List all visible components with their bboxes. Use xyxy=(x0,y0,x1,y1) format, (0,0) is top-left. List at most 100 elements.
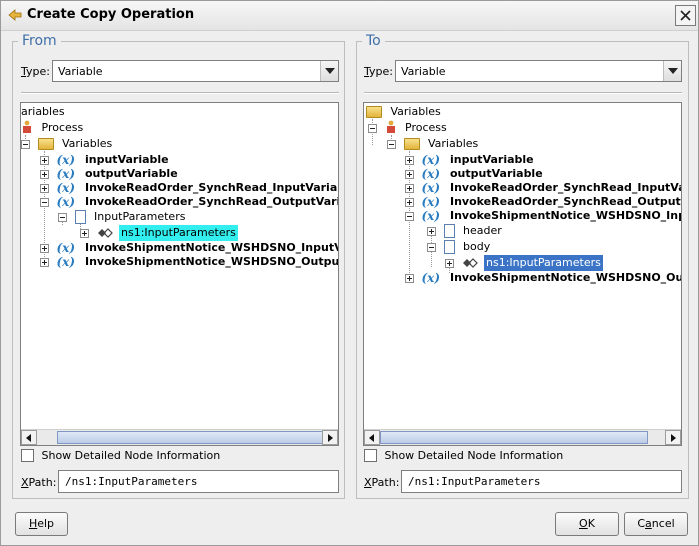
scroll-right-button[interactable] xyxy=(665,430,681,445)
expand-icon[interactable] xyxy=(405,274,414,283)
expand-icon[interactable] xyxy=(427,227,436,236)
scroll-left-button[interactable] xyxy=(21,430,37,445)
tree-node-label: Variables xyxy=(428,137,479,150)
tree-node-header[interactable]: header xyxy=(427,223,502,239)
element-icon xyxy=(97,228,113,238)
to-type-label: Type: xyxy=(364,65,393,78)
expand-icon[interactable] xyxy=(40,184,49,193)
tree-node-shipment-output[interactable]: (x) InvokeShipmentNotice_WSHDSNO_OutputV… xyxy=(40,254,338,270)
from-xpath-label: XPath: xyxy=(21,476,57,489)
tree-node-label: ariables xyxy=(21,105,65,118)
chevron-down-icon[interactable] xyxy=(320,61,338,81)
tree-node-label: header xyxy=(463,224,502,237)
to-type-select[interactable]: Variable xyxy=(395,60,682,82)
to-xpath-label: XPath: xyxy=(364,476,400,489)
tree-node-label: InvokeShipmentNotice_WSHDSNO_Outpu xyxy=(450,271,681,284)
expand-icon[interactable] xyxy=(445,259,454,268)
expand-icon[interactable] xyxy=(405,198,414,207)
folder-icon xyxy=(403,138,420,150)
element-icon xyxy=(462,258,478,268)
dialog-title: Create Copy Operation xyxy=(27,7,195,22)
collapse-icon[interactable] xyxy=(58,213,67,222)
to-show-details-label: Show Detailed Node Information xyxy=(384,449,564,462)
document-icon xyxy=(443,240,455,254)
help-button[interactable]: Help xyxy=(15,512,68,536)
tree-node-body[interactable]: body xyxy=(427,239,490,255)
variable-icon: (x) xyxy=(56,255,76,269)
scroll-right-button[interactable] xyxy=(322,430,338,445)
tree-node-process[interactable]: Process xyxy=(21,120,83,136)
title-bar: Create Copy Operation xyxy=(1,1,698,31)
tree-node-ns1-input-parameters[interactable]: ns1:InputParameters xyxy=(445,255,603,271)
to-tree-viewport: Variables Process Variables (x) inputVar… xyxy=(364,103,681,429)
expand-icon[interactable] xyxy=(405,184,414,193)
close-button[interactable] xyxy=(675,5,696,26)
copy-operation-icon xyxy=(8,9,22,21)
to-show-details-checkbox[interactable] xyxy=(364,449,377,462)
chevron-down-icon[interactable] xyxy=(663,61,681,81)
expand-icon[interactable] xyxy=(40,156,49,165)
tree-node-process[interactable]: Process xyxy=(368,120,447,136)
collapse-icon[interactable] xyxy=(21,140,30,149)
tree-node-variables[interactable]: Variables xyxy=(21,136,112,152)
collapse-icon[interactable] xyxy=(427,243,436,252)
tree-node-variables-root[interactable]: Variables xyxy=(366,104,441,120)
from-show-details-checkbox[interactable] xyxy=(21,449,34,462)
expand-icon[interactable] xyxy=(40,244,49,253)
tree-node-label: InputParameters xyxy=(94,210,186,223)
process-icon xyxy=(386,120,395,133)
expand-icon[interactable] xyxy=(80,229,89,238)
tree-node-label-selected: ns1:InputParameters xyxy=(484,255,603,271)
collapse-icon[interactable] xyxy=(405,212,414,221)
from-horizontal-scrollbar[interactable] xyxy=(21,429,338,445)
scroll-thumb[interactable] xyxy=(57,431,326,444)
tree-node-label: body xyxy=(463,240,491,253)
tree-node-input-parameters[interactable]: InputParameters xyxy=(58,209,185,225)
tree-node-label: Process xyxy=(405,121,447,134)
variable-icon: (x) xyxy=(56,195,76,209)
collapse-icon[interactable] xyxy=(387,140,396,149)
from-type-value: Variable xyxy=(58,65,103,78)
to-tree[interactable]: Variables Process Variables (x) inputVar… xyxy=(363,102,682,446)
expand-icon[interactable] xyxy=(405,156,414,165)
process-icon xyxy=(23,120,31,133)
folder-icon xyxy=(366,106,382,118)
tree-node-read-output[interactable]: (x) InvokeReadOrder_SynchRead_OutputVari… xyxy=(40,194,338,210)
tree-node-variables[interactable]: Variables xyxy=(387,136,478,152)
tree-node-label: Process xyxy=(41,121,84,134)
from-tree[interactable]: ariables Process Variables (x) inputVari… xyxy=(20,102,339,446)
expand-icon[interactable] xyxy=(40,170,49,179)
create-copy-operation-dialog: Create Copy Operation From Type: Variabl… xyxy=(0,0,699,546)
from-type-select[interactable]: Variable xyxy=(52,60,339,82)
to-heading: To xyxy=(362,33,385,49)
from-show-details-label: Show Detailed Node Information xyxy=(41,449,221,462)
to-type-value: Variable xyxy=(401,65,446,78)
tree-node-shipment-output[interactable]: (x) InvokeShipmentNotice_WSHDSNO_Outpu xyxy=(405,270,681,286)
tree-node-label: Variables xyxy=(390,105,441,118)
scroll-left-button[interactable] xyxy=(364,430,380,445)
from-show-details[interactable]: Show Detailed Node Information xyxy=(21,449,220,465)
variable-icon: (x) xyxy=(421,271,441,285)
tree-node-label-selected: ns1:InputParameters xyxy=(119,225,238,241)
cancel-button[interactable]: Cancel xyxy=(624,512,688,536)
tree-node[interactable]: ariables xyxy=(21,104,65,120)
ok-button[interactable]: OK xyxy=(555,512,619,536)
tree-node-label: InvokeShipmentNotice_WSHDSNO_InputV xyxy=(450,209,681,222)
to-xpath-field[interactable]: /ns1:InputParameters xyxy=(401,470,682,493)
from-xpath-field[interactable]: /ns1:InputParameters xyxy=(58,470,339,493)
tree-node-shipment-input[interactable]: (x) InvokeShipmentNotice_WSHDSNO_InputV xyxy=(405,208,681,224)
to-show-details[interactable]: Show Detailed Node Information xyxy=(364,449,563,465)
from-separator-highlight xyxy=(21,93,339,94)
to-horizontal-scrollbar[interactable] xyxy=(364,429,681,445)
folder-icon xyxy=(37,138,54,150)
from-heading: From xyxy=(18,33,61,49)
to-separator-highlight xyxy=(364,93,682,94)
tree-node-ns1-input-parameters[interactable]: ns1:InputParameters xyxy=(80,225,238,241)
scroll-thumb[interactable] xyxy=(380,431,648,444)
variable-icon: (x) xyxy=(421,209,441,223)
tree-node-label: Variables xyxy=(62,137,113,150)
expand-icon[interactable] xyxy=(405,170,414,179)
expand-icon[interactable] xyxy=(40,258,49,267)
collapse-icon[interactable] xyxy=(40,198,49,207)
collapse-icon[interactable] xyxy=(368,124,377,133)
